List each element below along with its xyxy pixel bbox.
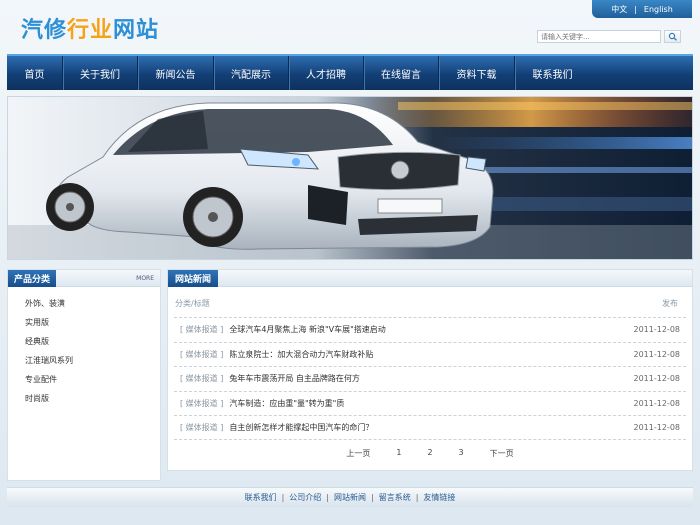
- logo-text-2: 行业: [67, 18, 114, 43]
- pagination: 上一页 1 2 3 下一页: [168, 448, 692, 459]
- news-link[interactable]: 汽车制造：应由重"量"转为重"质: [229, 399, 344, 408]
- news-link[interactable]: 陈立泉院士：加大混合动力汽车财政补贴: [229, 350, 373, 359]
- news-row[interactable]: [ 媒体报道 ] 陈立泉院士：加大混合动力汽车财政补贴 2011-12-08: [174, 341, 686, 367]
- news-category: [ 媒体报道 ]: [180, 398, 224, 408]
- search-box: [537, 30, 681, 43]
- news-date: 2011-12-08: [633, 398, 681, 408]
- footer-link-guestbook[interactable]: 留言系统: [379, 492, 411, 503]
- hero-banner: [7, 96, 693, 260]
- nav-news[interactable]: 新闻公告: [138, 56, 214, 90]
- news-list: [ 媒体报道 ] 全球汽车4月聚焦上海 新浪"V车展"搭速启动 2011-12-0…: [174, 317, 686, 440]
- nav-home[interactable]: 首页: [7, 56, 63, 90]
- news-date: 2011-12-08: [633, 325, 681, 335]
- col-date-header: 发布: [662, 299, 678, 308]
- lang-chinese-link[interactable]: 中文: [611, 4, 627, 15]
- category-item[interactable]: 经典版: [8, 332, 160, 351]
- search-button[interactable]: [664, 30, 681, 43]
- nav-about[interactable]: 关于我们: [63, 56, 138, 90]
- news-link[interactable]: 自主创新怎样才能撑起中国汽车的命门？: [229, 423, 373, 432]
- category-list: 外饰、装潢 实用版 经典版 江淮瑞风系列 专业配件 时尚版: [8, 287, 160, 408]
- nav-products[interactable]: 汽配展示: [214, 56, 289, 90]
- news-row[interactable]: [ 媒体报道 ] 自主创新怎样才能撑起中国汽车的命门？ 2011-12-08: [174, 415, 686, 440]
- category-item[interactable]: 专业配件: [8, 370, 160, 389]
- main-nav: 首页 关于我们 新闻公告 汽配展示 人才招聘 在线留言 资料下载 联系我们: [7, 54, 693, 90]
- language-bar: 中文 | English: [592, 0, 692, 18]
- logo-text-1: 汽修: [21, 18, 68, 43]
- news-panel: 网站新闻 分类/标题 发布 [ 媒体报道 ] 全球汽车4月聚焦上海 新浪"V车展"…: [167, 269, 693, 471]
- search-icon: [668, 32, 677, 41]
- news-row[interactable]: [ 媒体报道 ] 全球汽车4月聚焦上海 新浪"V车展"搭速启动 2011-12-0…: [174, 317, 686, 342]
- news-category: [ 媒体报道 ]: [180, 422, 224, 432]
- news-category: [ 媒体报道 ]: [180, 349, 224, 359]
- news-category: [ 媒体报道 ]: [180, 374, 224, 384]
- footer-link-news[interactable]: 网站新闻: [334, 492, 366, 503]
- news-header: 网站新闻: [168, 270, 692, 287]
- footer-link-contact[interactable]: 联系我们: [245, 492, 277, 503]
- news-date: 2011-12-08: [633, 349, 681, 359]
- news-row[interactable]: [ 媒体报道 ] 兔年车市震荡开局 自主品牌路在何方 2011-12-08: [174, 366, 686, 391]
- category-item[interactable]: 江淮瑞风系列: [8, 351, 160, 370]
- category-item[interactable]: 实用版: [8, 313, 160, 332]
- page-link-3[interactable]: 3: [443, 448, 480, 459]
- search-input[interactable]: [537, 30, 661, 43]
- footer-separator: |: [371, 493, 374, 502]
- page-link-1[interactable]: 1: [380, 448, 417, 459]
- nav-contact[interactable]: 联系我们: [515, 56, 590, 90]
- next-page-link[interactable]: 下一页: [480, 448, 524, 459]
- news-row[interactable]: [ 媒体报道 ] 汽车制造：应由重"量"转为重"质 2011-12-08: [174, 390, 686, 416]
- news-title: 网站新闻: [168, 270, 219, 287]
- news-date: 2011-12-08: [633, 422, 681, 432]
- footer-separator: |: [326, 493, 329, 502]
- nav-jobs[interactable]: 人才招聘: [289, 56, 364, 90]
- footer-link-friends[interactable]: 友情链接: [423, 492, 455, 503]
- col-title-header: 分类/标题: [175, 299, 210, 308]
- category-item[interactable]: 外饰、装潢: [8, 294, 160, 313]
- car-banner-image: [8, 97, 692, 259]
- product-category-panel: 产品分类 MORE 外饰、装潢 实用版 经典版 江淮瑞风系列 专业配件 时尚版: [7, 269, 161, 481]
- news-link[interactable]: 全球汽车4月聚焦上海 新浪"V车展"搭速启动: [229, 325, 385, 334]
- nav-downloads[interactable]: 资料下载: [439, 56, 515, 90]
- nav-guestbook[interactable]: 在线留言: [364, 56, 439, 90]
- news-date: 2011-12-08: [633, 374, 681, 384]
- footer-links: 联系我们 | 公司介绍 | 网站新闻 | 留言系统 | 友情链接: [7, 487, 693, 507]
- site-logo[interactable]: 汽修行业网站: [21, 12, 159, 44]
- lang-english-link[interactable]: English: [644, 5, 673, 14]
- category-item[interactable]: 时尚版: [8, 389, 160, 408]
- logo-text-3: 网站: [113, 18, 160, 43]
- news-columns: 分类/标题 发布: [168, 287, 692, 317]
- prev-page-link[interactable]: 上一页: [336, 448, 380, 459]
- footer-separator: |: [415, 493, 419, 502]
- news-link[interactable]: 兔年车市震荡开局 自主品牌路在何方: [229, 374, 360, 383]
- lang-separator: |: [634, 4, 637, 14]
- sidebar-title: 产品分类: [8, 269, 57, 287]
- more-link[interactable]: MORE: [136, 275, 154, 282]
- sidebar-header: 产品分类 MORE: [8, 269, 160, 287]
- page-link-2[interactable]: 2: [417, 448, 442, 459]
- footer-link-about[interactable]: 公司介绍: [289, 492, 321, 503]
- footer-separator: |: [281, 493, 285, 502]
- news-category: [ 媒体报道 ]: [180, 325, 224, 335]
